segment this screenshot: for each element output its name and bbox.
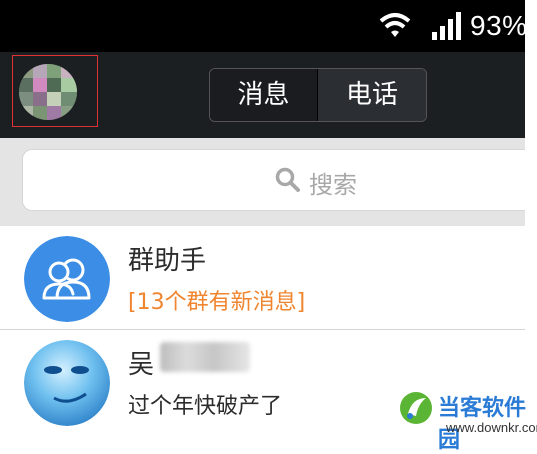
blurred-name: [160, 342, 250, 372]
search-placeholder: 搜索: [309, 171, 357, 199]
status-bar: 93%: [0, 0, 525, 52]
app-screen: 93% 消息 电话 搜索 群助手 [13个群有新消息] 吴 过个年快破产了: [0, 0, 525, 441]
search-input[interactable]: 搜索: [22, 149, 525, 211]
list-item-group-assistant[interactable]: 群助手 [13个群有新消息]: [0, 226, 525, 330]
tab-calls[interactable]: 电话: [318, 69, 426, 121]
right-margin: [525, 0, 537, 441]
top-navigation-bar: 消息 电话: [0, 52, 525, 138]
list-item-title: 吴: [128, 350, 155, 380]
list-item-subtitle: [13个群有新消息]: [128, 290, 306, 315]
downkr-logo-icon: [400, 392, 432, 424]
profile-avatar: [19, 64, 77, 120]
watermark: 当客软件园 www.downkr.com: [398, 390, 537, 453]
watermark-url: www.downkr.com: [446, 420, 537, 435]
group-assistant-icon: [24, 236, 110, 322]
messages-calls-switch: 消息 电话: [209, 68, 427, 122]
signal-icon: [432, 12, 461, 40]
search-area: 搜索: [0, 138, 525, 226]
list-item-subtitle: 过个年快破产了: [128, 394, 283, 419]
contact-avatar: [24, 340, 110, 426]
list-item-title: 群助手: [128, 246, 207, 276]
profile-avatar-button[interactable]: [12, 55, 98, 127]
wifi-icon: [379, 13, 411, 37]
tab-messages[interactable]: 消息: [210, 69, 317, 121]
battery-percentage: 93%: [470, 10, 525, 41]
search-icon: [275, 167, 300, 192]
